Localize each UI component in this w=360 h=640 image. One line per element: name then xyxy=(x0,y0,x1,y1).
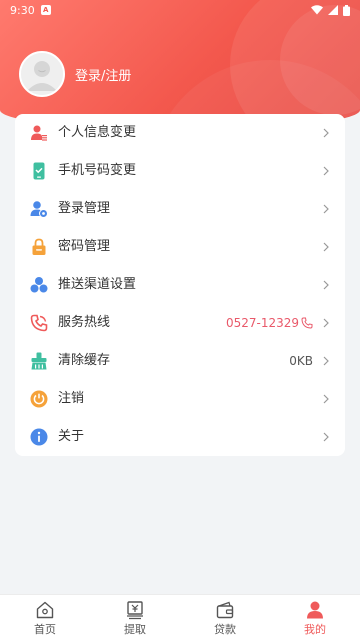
cache-icon xyxy=(31,352,47,370)
status-time: 9:30 xyxy=(10,3,35,17)
menu-item-service-hotline[interactable]: 服务热线 0527-12329 xyxy=(15,304,345,342)
menu-item-label: 服务热线 xyxy=(58,315,111,330)
nav-tab-withdraw[interactable]: 提取 xyxy=(90,595,180,640)
user-edit-icon xyxy=(31,125,47,141)
menu-item-about[interactable]: 关于 xyxy=(15,418,345,456)
menu-item-login-management[interactable]: 登录管理 xyxy=(15,190,345,228)
default-avatar-icon xyxy=(21,53,63,95)
menu-item-label: 注销 xyxy=(58,391,85,406)
hotline-number-text: 0527-12329 xyxy=(225,316,299,330)
withdraw-icon xyxy=(127,601,143,620)
nav-label: 贷款 xyxy=(214,623,236,636)
chevron-right-icon xyxy=(323,356,329,366)
nav-label: 我的 xyxy=(304,623,326,636)
profile-screen: 9:30 A 登录/注册 个人信息变更 手机号码变更 登录管理 密码管理 推送渠… xyxy=(0,0,360,640)
info-icon xyxy=(30,428,48,446)
settings-menu: 个人信息变更 手机号码变更 登录管理 密码管理 推送渠道设置 服务热线 0527… xyxy=(15,114,345,456)
power-icon xyxy=(30,390,48,408)
login-register-link[interactable]: 登录/注册 xyxy=(75,65,131,84)
menu-item-label: 清除缓存 xyxy=(58,353,111,368)
chevron-right-icon xyxy=(323,128,329,138)
nav-tab-home[interactable]: 首页 xyxy=(0,595,90,640)
profile-icon xyxy=(307,601,323,619)
battery-icon xyxy=(343,4,350,16)
signal-icon xyxy=(328,5,338,15)
nav-label: 首页 xyxy=(34,623,56,636)
menu-item-label: 登录管理 xyxy=(58,201,111,216)
avatar[interactable] xyxy=(19,51,65,97)
nav-label: 提取 xyxy=(124,623,146,636)
status-bar: 9:30 A xyxy=(0,0,360,20)
chevron-right-icon xyxy=(323,280,329,290)
cache-size: 0KB xyxy=(289,354,313,368)
wifi-icon xyxy=(311,5,323,15)
hotline-number[interactable]: 0527-12329 xyxy=(226,315,313,331)
menu-item-label: 关于 xyxy=(58,429,85,444)
chevron-right-icon xyxy=(323,166,329,176)
channels-icon xyxy=(30,277,48,293)
menu-item-label: 个人信息变更 xyxy=(58,125,137,140)
chevron-right-icon xyxy=(323,204,329,214)
chevron-right-icon xyxy=(323,318,329,328)
menu-item-push-channel[interactable]: 推送渠道设置 xyxy=(15,266,345,304)
menu-item-personal-info[interactable]: 个人信息变更 xyxy=(15,114,345,152)
home-icon xyxy=(36,601,54,619)
wallet-icon xyxy=(216,601,234,619)
menu-item-clear-cache[interactable]: 清除缓存 0KB xyxy=(15,342,345,380)
lock-icon xyxy=(32,238,46,255)
phone-icon xyxy=(30,314,48,332)
menu-item-phone-change[interactable]: 手机号码变更 xyxy=(15,152,345,190)
app-notification-icon: A xyxy=(40,5,51,15)
phone-check-icon xyxy=(33,162,45,180)
chevron-right-icon xyxy=(323,394,329,404)
chevron-right-icon xyxy=(323,242,329,252)
menu-item-label: 密码管理 xyxy=(58,239,111,254)
bottom-navigation: 首页 提取 贷款 我的 xyxy=(0,594,360,640)
menu-item-logout[interactable]: 注销 xyxy=(15,380,345,418)
menu-item-password-management[interactable]: 密码管理 xyxy=(15,228,345,266)
nav-tab-mine[interactable]: 我的 xyxy=(270,595,360,640)
user-settings-icon xyxy=(30,201,48,218)
menu-item-label: 推送渠道设置 xyxy=(58,277,137,292)
nav-tab-loan[interactable]: 贷款 xyxy=(180,595,270,640)
call-icon xyxy=(301,317,313,329)
chevron-right-icon xyxy=(323,432,329,442)
menu-item-label: 手机号码变更 xyxy=(58,163,137,178)
profile-header: 9:30 A 登录/注册 xyxy=(0,0,360,130)
